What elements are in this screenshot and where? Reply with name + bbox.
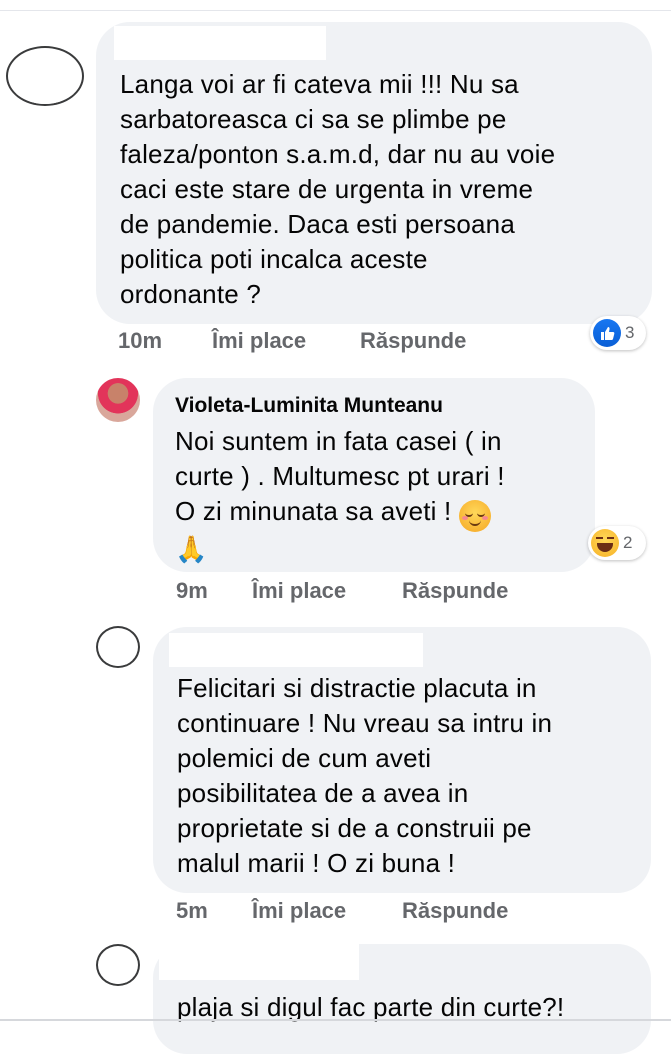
comment-actions: 10m Îmi place Răspunde: [118, 328, 466, 354]
smiling-face-icon: [459, 499, 492, 532]
comment-timestamp[interactable]: 5m: [176, 898, 252, 924]
comment-body: Noi suntem in fata casei ( in curte ) . …: [175, 424, 585, 566]
comment-bubble: plaja si digul fac parte din curte?!: [153, 944, 651, 1054]
comment-timestamp[interactable]: 10m: [118, 328, 212, 354]
comment-text: Felicitari si distractie placuta in cont…: [177, 673, 553, 878]
comment-timestamp[interactable]: 9m: [176, 578, 252, 604]
haha-icon: [591, 529, 619, 557]
redacted-author-name: [114, 26, 326, 60]
commenter-avatar[interactable]: [96, 378, 140, 422]
like-button[interactable]: Îmi place: [212, 328, 360, 354]
folded-hands-icon: 🙏: [175, 533, 208, 564]
redacted-author-name: [159, 944, 359, 980]
top-divider: [0, 10, 671, 11]
commenter-avatar[interactable]: [96, 944, 140, 986]
redacted-author-name: [169, 633, 423, 667]
comment-bubble: Violeta-Luminita Munteanu Noi suntem in …: [153, 378, 595, 572]
like-icon: [593, 319, 621, 347]
reaction-summary[interactable]: 2: [588, 526, 646, 560]
like-button[interactable]: Îmi place: [252, 898, 402, 924]
reaction-count: 2: [623, 533, 633, 552]
commenter-avatar[interactable]: [96, 626, 140, 668]
commenter-avatar[interactable]: [6, 46, 84, 106]
comment-bubble: Langa voi ar fi cateva mii !!! Nu sa sar…: [96, 22, 652, 324]
bottom-divider: [0, 1019, 671, 1021]
comment-author[interactable]: Violeta-Luminita Munteanu: [175, 394, 443, 418]
comment-text: Langa voi ar fi cateva mii !!! Nu sa sar…: [120, 69, 556, 309]
reply-button[interactable]: Răspunde: [402, 898, 508, 924]
comment-text: Noi suntem in fata casei ( in curte ) . …: [175, 426, 505, 526]
like-button[interactable]: Îmi place: [252, 578, 402, 604]
reaction-summary[interactable]: 3: [590, 316, 646, 350]
reply-button[interactable]: Răspunde: [360, 328, 466, 354]
reply-button[interactable]: Răspunde: [402, 578, 508, 604]
reaction-count: 3: [625, 323, 635, 342]
comment-actions: 5m Îmi place Răspunde: [176, 898, 508, 924]
comment-bubble: Felicitari si distractie placuta in cont…: [153, 627, 651, 893]
comment-actions: 9m Îmi place Răspunde: [176, 578, 508, 604]
